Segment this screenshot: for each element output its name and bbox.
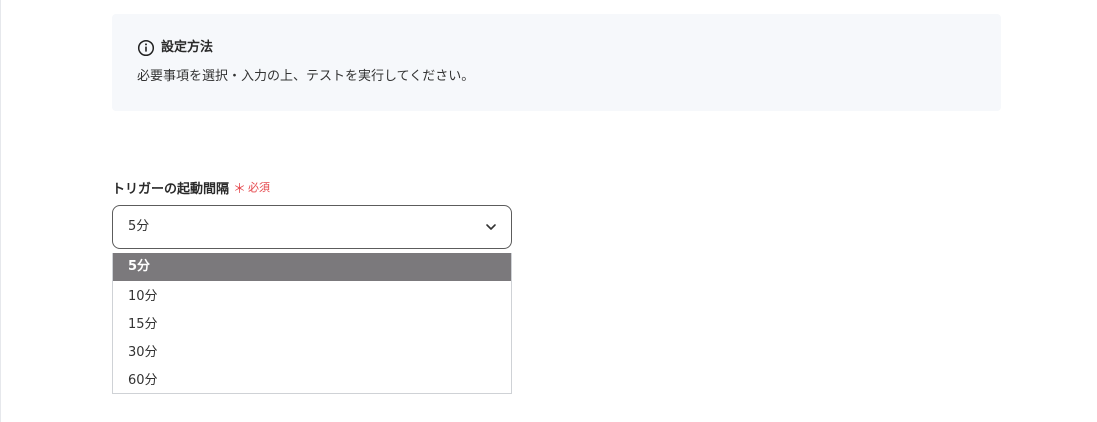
left-border xyxy=(0,0,1,422)
chevron-down-icon xyxy=(486,224,496,230)
dropdown-list: 5分 10分 15分 30分 60分 xyxy=(112,253,512,394)
info-icon xyxy=(137,39,155,57)
field-label-row: トリガーの起動間隔 ＊ 必須 xyxy=(112,177,270,197)
select-value: 5分 xyxy=(128,219,150,234)
info-header: 設定方法 xyxy=(137,38,213,58)
option-60min[interactable]: 60分 xyxy=(113,367,511,395)
page: 設定方法 必要事項を選択・入力の上、テストを実行してください。 トリガーの起動間… xyxy=(0,0,1097,422)
info-title: 設定方法 xyxy=(161,40,214,55)
info-box: 設定方法 必要事項を選択・入力の上、テストを実行してください。 xyxy=(112,14,1001,111)
field-label: トリガーの起動間隔 xyxy=(112,181,230,197)
info-text: 必要事項を選択・入力の上、テストを実行してください。 xyxy=(137,69,475,84)
option-30min[interactable]: 30分 xyxy=(113,339,511,367)
option-5min[interactable]: 5分 xyxy=(113,253,511,281)
required-star: ＊ xyxy=(233,181,247,197)
interval-select[interactable]: 5分 xyxy=(112,205,512,249)
required-badge: 必須 xyxy=(248,181,271,194)
option-15min[interactable]: 15分 xyxy=(113,311,511,339)
option-10min[interactable]: 10分 xyxy=(113,283,511,311)
